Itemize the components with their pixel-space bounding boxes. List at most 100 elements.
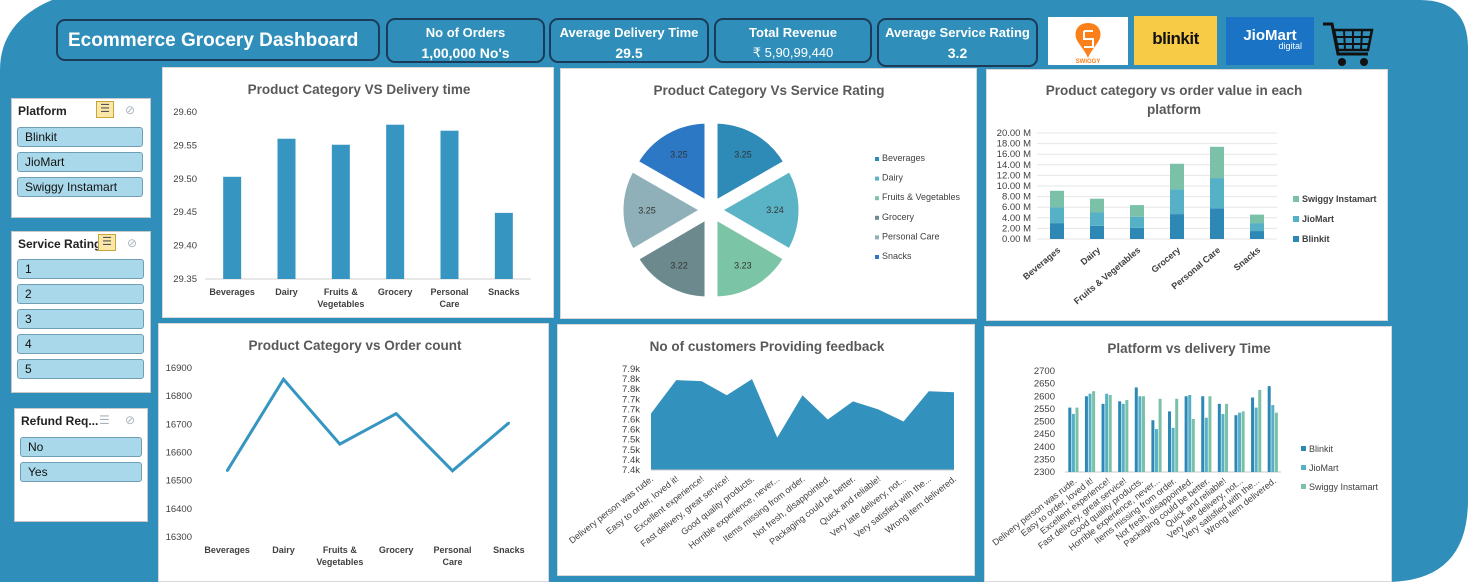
x-tick-label: Personal [433, 545, 471, 555]
slicer-item-rating-5[interactable]: 5 [17, 359, 144, 379]
x-tick-label: Grocery [378, 287, 413, 297]
y-tick-label: 29.50 [173, 174, 197, 185]
y-tick-label: 16800 [166, 391, 192, 402]
slicer-item-rating-3[interactable]: 3 [17, 309, 144, 329]
bar [1234, 415, 1238, 472]
legend-label: JioMart [1309, 463, 1339, 473]
bar [1101, 403, 1105, 472]
slicer-item-rating-1[interactable]: 1 [17, 259, 144, 279]
slicer-item-blinkit[interactable]: Blinkit [17, 127, 143, 147]
multi-select-icon[interactable]: ☰ [98, 234, 116, 251]
service-rating-chart-panel: Product Category Vs Service Rating 3.25 Be… [560, 68, 977, 319]
delivery-time-bar-chart: Product Category VS Delivery time 29.60 29… [173, 82, 531, 309]
y-tick-label: 7.4k [622, 465, 640, 476]
x-tick-label: Care [442, 557, 462, 567]
bar [1068, 407, 1072, 472]
y-tick-label: 16.00 M [997, 149, 1031, 160]
bar [1188, 394, 1192, 472]
y-tick-label: 29.60 [173, 107, 197, 118]
data-label: 3.22 [670, 260, 688, 270]
y-tick-label: 16700 [166, 419, 192, 430]
bar-segment [1130, 227, 1144, 239]
y-tick-label: 29.45 [173, 207, 197, 218]
kpi-total-revenue: Total Revenue ₹ 5,90,99,440 [714, 18, 872, 63]
swiggy-logo-text: SWIGGY [1076, 59, 1101, 65]
clear-filter-icon[interactable]: ⊘ [125, 103, 135, 117]
platform-delivery-chart-panel: Platform vs delivery Time 2700 2650 2600 255… [984, 326, 1392, 582]
multi-select-icon[interactable]: ☰ [96, 101, 114, 118]
y-tick-label: 4.00 M [1002, 213, 1031, 224]
legend-label: Fruits & Vegetables [882, 192, 961, 202]
kpi-average-service-rating: Average Service Rating 3.2 [877, 18, 1038, 67]
bar [1084, 396, 1088, 472]
y-tick-label: 29.35 [173, 274, 197, 285]
clear-filter-icon[interactable]: ⊘ [125, 413, 135, 427]
multi-select-icon[interactable]: ☰ [99, 413, 110, 427]
y-tick-label: 2350 [1034, 454, 1055, 465]
bar [1141, 396, 1145, 472]
y-tick-label: 14.00 M [997, 160, 1031, 171]
y-tick-label: 16300 [166, 532, 192, 543]
y-tick-label: 16400 [166, 504, 192, 515]
area-series [651, 379, 954, 470]
bar [1075, 407, 1079, 472]
bar [1225, 403, 1229, 472]
order-value-stacked-bar-chart: Product category vs order value in each p… [997, 83, 1377, 306]
y-tick-label: 2550 [1034, 404, 1055, 415]
slicer-item-rating-2[interactable]: 2 [17, 284, 144, 304]
bar [1121, 403, 1125, 472]
slicer-item-no[interactable]: No [20, 437, 142, 457]
platform-slicer: Platform ☰ ⊘ Blinkit JioMart Swiggy Inst… [11, 98, 151, 218]
kpi-value: 3.2 [947, 45, 968, 61]
y-tick-label: 10.00 M [997, 181, 1031, 192]
slicer-item-rating-4[interactable]: 4 [17, 334, 144, 354]
jiomart-logo: JioMart digital [1226, 17, 1314, 65]
x-tick-label: Dairy [1079, 245, 1103, 267]
refund-slicer: Refund Req... ☰ ⊘ No Yes [14, 408, 148, 522]
y-tick-label: 8.00 M [1002, 192, 1031, 203]
x-tick-label: Beverages [204, 545, 250, 555]
bar-segment [1130, 216, 1144, 228]
swiggy-logo: SWIGGY [1048, 17, 1128, 65]
service-rating-slicer: Service Rating ☰ ⊘ 1 2 3 4 5 [11, 231, 151, 393]
x-tick-label: Vegetables [316, 557, 363, 567]
kpi-label: Average Service Rating [885, 25, 1030, 40]
bar [1251, 397, 1255, 472]
x-tick-label: Personal [430, 287, 468, 297]
bar [1171, 427, 1175, 472]
bar [1134, 387, 1138, 472]
kpi-label: No of Orders [425, 25, 506, 40]
chart-title: Product Category Vs Service Rating [653, 83, 884, 98]
data-label: 3.25 [670, 150, 688, 160]
legend-swatch [875, 157, 879, 161]
x-tick-label: Vegetables [317, 299, 364, 309]
clear-filter-icon[interactable]: ⊘ [127, 236, 137, 250]
slicer-title: Platform [18, 104, 67, 118]
bar-segment [1210, 178, 1224, 209]
y-tick-label: 2400 [1034, 442, 1055, 453]
x-tick-label: Fruits & [323, 545, 358, 555]
bar [1175, 398, 1179, 472]
legend-label: Snacks [882, 251, 912, 261]
legend-swatch [1293, 236, 1299, 242]
kpi-value: 1,00,000 No's [421, 45, 510, 61]
legend-swatch [875, 235, 879, 240]
bar [1138, 396, 1142, 472]
order-count-line-chart: Product Category vs Order count 16900 1680… [166, 338, 525, 567]
x-tick-label: Dairy [275, 287, 298, 297]
legend-label: Dairy [882, 173, 904, 183]
bar [440, 130, 459, 279]
slicer-item-swiggy-instamart[interactable]: Swiggy Instamart [17, 177, 143, 197]
bar [1191, 418, 1195, 472]
bar [1092, 391, 1096, 472]
legend-label: Personal Care [882, 231, 940, 241]
slicer-item-yes[interactable]: Yes [20, 462, 142, 482]
bar [1267, 386, 1271, 472]
x-tick-label: Fruits & Vegetables [1072, 245, 1142, 306]
slicer-item-jiomart[interactable]: JioMart [17, 152, 143, 172]
legend-label: Swiggy Instamart [1309, 482, 1379, 492]
bar [1151, 420, 1155, 472]
bar [1221, 413, 1225, 472]
chart-title: Product Category vs Order count [248, 338, 462, 353]
bar-segment [1170, 189, 1184, 215]
